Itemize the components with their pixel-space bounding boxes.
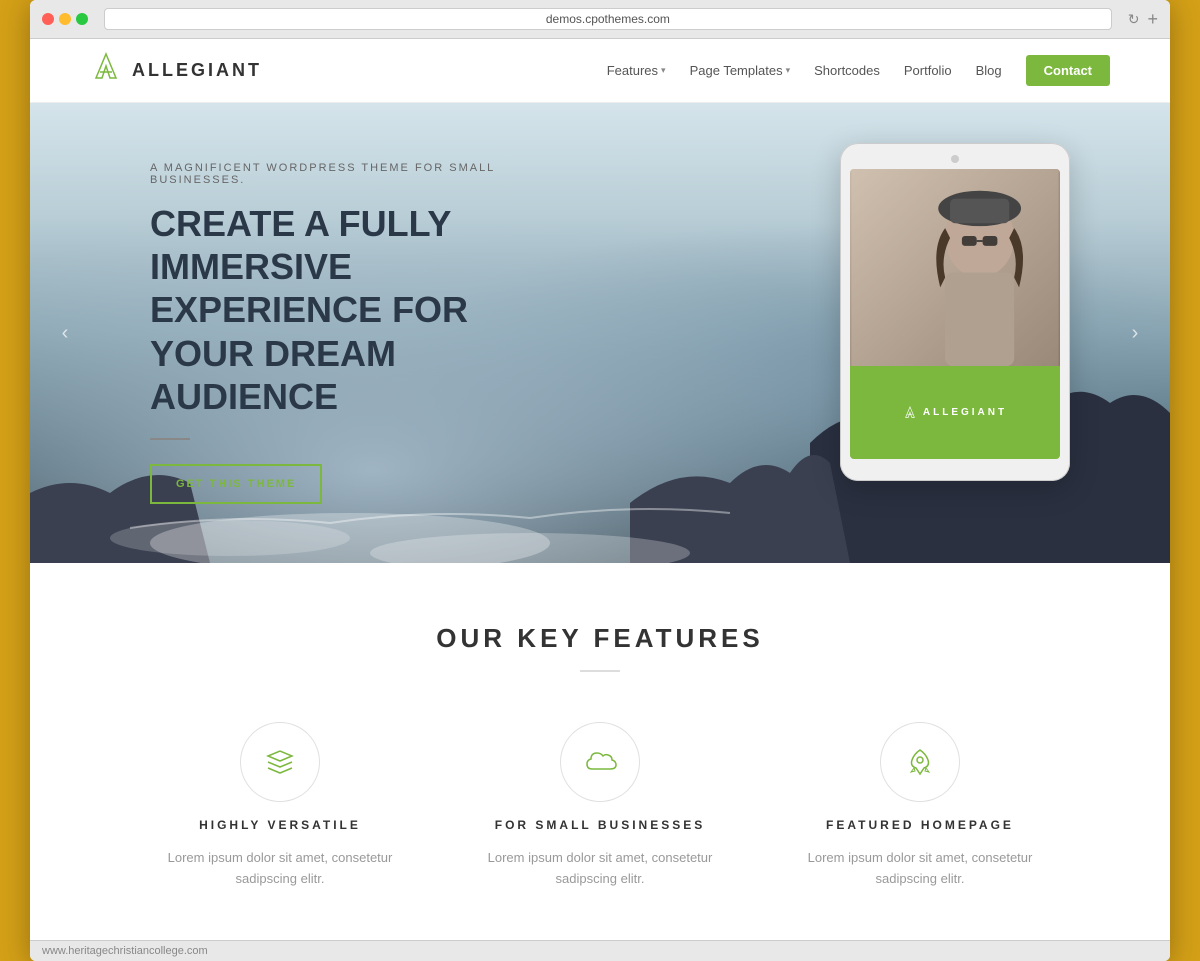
feature-item-versatile: HIGHLY VERSATILE Lorem ipsum dolor sit a… xyxy=(150,722,410,890)
tablet-outer: ALLEGIANT xyxy=(840,143,1070,481)
features-grid: HIGHLY VERSATILE Lorem ipsum dolor sit a… xyxy=(150,722,1050,890)
address-bar[interactable]: demos.cpothemes.com xyxy=(104,8,1112,30)
tablet-photo xyxy=(850,169,1060,366)
reload-icon[interactable]: ↻ xyxy=(1128,11,1140,28)
feature-icon-cloud xyxy=(560,722,640,802)
feature-desc-0: Lorem ipsum dolor sit amet, consetetur s… xyxy=(160,848,400,890)
page-templates-arrow-icon: ▾ xyxy=(786,65,791,76)
site-header: ALLEGIANT Features ▾ Page Templates ▾ Sh… xyxy=(30,39,1170,103)
main-nav: Features ▾ Page Templates ▾ Shortcodes P… xyxy=(607,55,1110,86)
hero-section: A MAGNIFICENT WORDPRESS THEME FOR SMALL … xyxy=(30,103,1170,563)
hero-cta-button[interactable]: GET THIS THEME xyxy=(150,464,322,504)
nav-blog[interactable]: Blog xyxy=(976,63,1002,78)
feature-name-1: FOR SMALL BUSINESSES xyxy=(495,818,705,832)
hero-title: CREATE A FULLY IMMERSIVE EXPERIENCE FOR … xyxy=(150,202,550,418)
browser-chrome: demos.cpothemes.com ↻ + xyxy=(30,0,1170,39)
nav-contact-button[interactable]: Contact xyxy=(1026,55,1110,86)
features-divider xyxy=(580,670,620,672)
dot-red[interactable] xyxy=(42,13,54,25)
feature-name-2: FEATURED HOMEPAGE xyxy=(826,818,1014,832)
hero-prev-arrow[interactable]: ‹ xyxy=(50,318,80,348)
feature-icon-rocket xyxy=(880,722,960,802)
feature-icon-layers xyxy=(240,722,320,802)
nav-shortcodes[interactable]: Shortcodes xyxy=(814,63,880,78)
hero-divider xyxy=(150,438,190,440)
person-illustration xyxy=(850,169,1060,366)
tablet-brand-bar: ALLEGIANT xyxy=(850,366,1060,459)
features-arrow-icon: ▾ xyxy=(661,65,666,76)
tablet-brand-text: ALLEGIANT xyxy=(923,407,1007,418)
browser-window: demos.cpothemes.com ↻ + ALLEGIANT Featur… xyxy=(30,0,1170,961)
tablet-brand-logo: ALLEGIANT xyxy=(903,406,1007,420)
feature-desc-2: Lorem ipsum dolor sit amet, consetetur s… xyxy=(800,848,1040,890)
logo-text: ALLEGIANT xyxy=(132,60,262,81)
feature-desc-1: Lorem ipsum dolor sit amet, consetetur s… xyxy=(480,848,720,890)
nav-features[interactable]: Features ▾ xyxy=(607,63,666,78)
tablet-camera xyxy=(951,155,959,163)
nav-portfolio[interactable]: Portfolio xyxy=(904,63,952,78)
dot-yellow[interactable] xyxy=(59,13,71,25)
tablet-bottom xyxy=(850,459,1060,469)
hero-next-arrow[interactable]: › xyxy=(1120,318,1150,348)
logo-area: ALLEGIANT xyxy=(90,52,262,89)
dot-green[interactable] xyxy=(76,13,88,25)
nav-page-templates[interactable]: Page Templates ▾ xyxy=(690,63,791,78)
tablet-screen: ALLEGIANT xyxy=(850,169,1060,459)
feature-name-0: HIGHLY VERSATILE xyxy=(199,818,361,832)
feature-item-small-biz: FOR SMALL BUSINESSES Lorem ipsum dolor s… xyxy=(470,722,730,890)
new-tab-button[interactable]: + xyxy=(1147,9,1158,30)
browser-footer: www.heritagechristiancollege.com xyxy=(30,940,1170,961)
features-section-title: OUR KEY FEATURES xyxy=(70,623,1130,654)
hero-subtitle: A MAGNIFICENT WORDPRESS THEME FOR SMALL … xyxy=(150,162,550,186)
browser-dots xyxy=(42,13,88,25)
hero-content: A MAGNIFICENT WORDPRESS THEME FOR SMALL … xyxy=(30,162,550,504)
feature-item-homepage: FEATURED HOMEPAGE Lorem ipsum dolor sit … xyxy=(790,722,1050,890)
tablet-mockup: ALLEGIANT xyxy=(840,143,1070,481)
features-section: OUR KEY FEATURES HIGHLY VERSATILE Lorem … xyxy=(30,563,1170,940)
logo-icon xyxy=(90,52,122,89)
